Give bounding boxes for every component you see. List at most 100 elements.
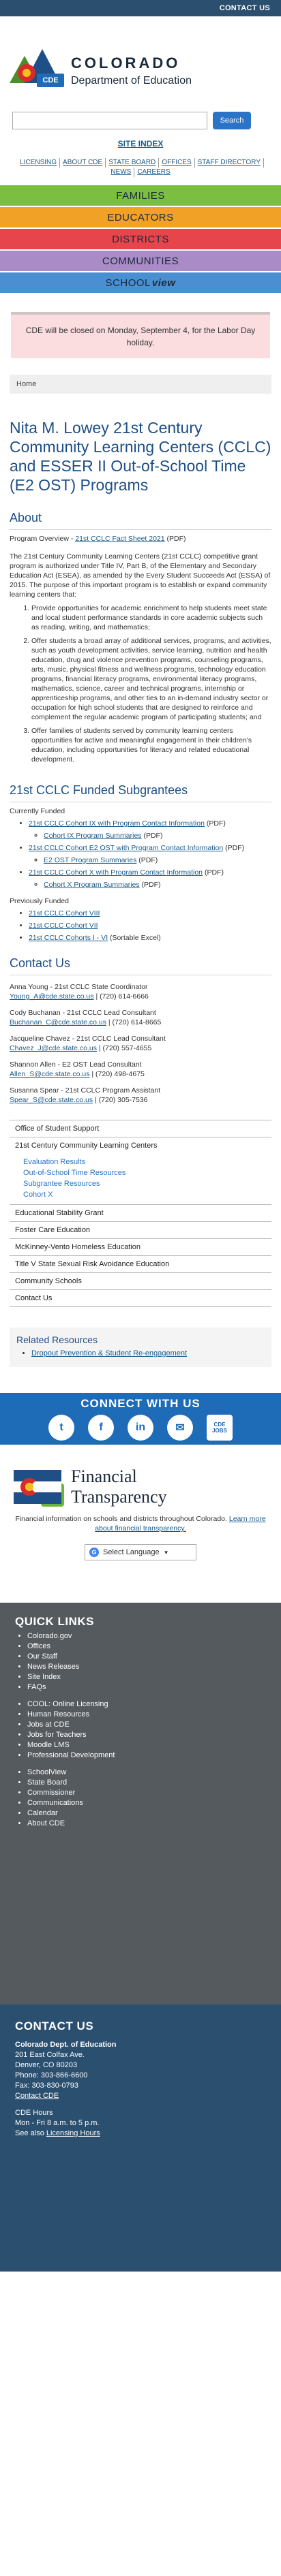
- quick-link[interactable]: State Board: [27, 1778, 266, 1788]
- contact-phone: | (720) 557-4655: [96, 1044, 152, 1052]
- list-item: 21st CCLC Cohort E2 OST with Program Con…: [29, 843, 271, 865]
- linkedin-icon[interactable]: in: [128, 1415, 153, 1441]
- search-button[interactable]: Search: [213, 112, 251, 129]
- about-list-item: Offer families of students served by com…: [31, 726, 271, 764]
- cohort-x-link[interactable]: 21st CCLC Cohort X with Program Contact …: [29, 868, 203, 877]
- cohort-e2-ost-link[interactable]: 21st CCLC Cohort E2 OST with Program Con…: [29, 844, 223, 852]
- quick-link[interactable]: SchoolView: [27, 1768, 266, 1778]
- cde-jobs-icon[interactable]: CDE JOBS: [207, 1415, 233, 1441]
- sidenav-cohort-x[interactable]: Cohort X: [10, 1189, 271, 1200]
- cohort-ix-link[interactable]: 21st CCLC Cohort IX with Program Contact…: [29, 819, 205, 828]
- cohort-viii-link[interactable]: 21st CCLC Cohort VIII: [29, 909, 100, 917]
- contact-title: Susanna Spear - 21st CCLC Program Assist…: [10, 1086, 161, 1095]
- nav-schoolview[interactable]: SCHOOL view: [0, 272, 281, 293]
- quick-link[interactable]: Moodle LMS: [27, 1740, 266, 1750]
- utility-link-news[interactable]: NEWS: [108, 168, 135, 177]
- contact-email-link[interactable]: Chavez_J@cde.state.co.us: [10, 1044, 97, 1052]
- see-also-text: See also: [15, 2129, 46, 2137]
- utility-link-offices[interactable]: OFFICES: [159, 158, 195, 168]
- utility-link-staff-directory[interactable]: STAFF DIRECTORY: [195, 158, 264, 168]
- quick-link[interactable]: Professional Development: [27, 1750, 266, 1761]
- quick-link[interactable]: News Releases: [27, 1662, 266, 1672]
- sidenav-ost-resources[interactable]: Out-of-School Time Resources: [10, 1167, 271, 1178]
- list-item: Cohort IX Program Summaries (PDF): [44, 831, 271, 841]
- contact-email-link[interactable]: Buchanan_C@cde.state.co.us: [10, 1018, 106, 1026]
- sidenav-educational-stability-grant[interactable]: Educational Stability Grant: [10, 1205, 271, 1222]
- contact-title: Anna Young - 21st CCLC State Coordinator: [10, 983, 148, 991]
- contact-phone: | (720) 614-8665: [106, 1018, 162, 1026]
- quick-link[interactable]: Jobs at CDE: [27, 1720, 266, 1730]
- utility-link-state-board[interactable]: STATE BOARD: [106, 158, 160, 168]
- brand-wordmark[interactable]: COLORADO Department of Education: [71, 54, 192, 87]
- utility-link-about-cde[interactable]: ABOUT CDE: [60, 158, 106, 168]
- utility-link-careers[interactable]: CAREERS: [134, 168, 173, 177]
- sidenav-community-schools[interactable]: Community Schools: [10, 1273, 271, 1290]
- cde-logo[interactable]: CDE: [10, 49, 64, 93]
- quick-link[interactable]: Site Index: [27, 1672, 266, 1682]
- dropout-prevention-link[interactable]: Dropout Prevention & Student Re-engageme…: [31, 1349, 187, 1357]
- footer-contact-cde-link[interactable]: Contact CDE: [15, 2091, 266, 2101]
- financial-transparency-logo[interactable]: Financial Transparency: [0, 1445, 281, 1507]
- sidenav-contact-us[interactable]: Contact Us: [10, 1290, 271, 1307]
- sidenav-21st-cclc[interactable]: 21st Century Community Learning Centers: [10, 1137, 271, 1154]
- nav-communities[interactable]: COMMUNITIES: [0, 251, 281, 271]
- nav-districts[interactable]: DISTRICTS: [0, 229, 281, 249]
- quick-link[interactable]: About CDE: [27, 1819, 266, 1829]
- sidenav-office-of-student-support[interactable]: Office of Student Support: [10, 1120, 271, 1137]
- sidenav-mckinney-vento[interactable]: McKinney-Vento Homeless Education: [10, 1239, 271, 1256]
- quick-link[interactable]: Commissioner: [27, 1788, 266, 1798]
- top-bar: CONTACT US: [0, 0, 281, 16]
- about-list-item: Offer students a broad array of addition…: [31, 636, 271, 722]
- utility-link-licensing[interactable]: LICENSING: [17, 158, 61, 168]
- transparency-description: Financial information on schools and dis…: [14, 1514, 267, 1533]
- licensing-hours-link[interactable]: Licensing Hours: [46, 2129, 100, 2137]
- contact-person: Anna Young - 21st CCLC State Coordinator…: [10, 982, 271, 1001]
- cohort-ix-summaries-link[interactable]: Cohort IX Program Summaries: [44, 832, 142, 840]
- language-label: Select Language: [103, 1548, 160, 1556]
- quick-link[interactable]: Offices: [27, 1642, 266, 1652]
- search-input[interactable]: [12, 112, 207, 129]
- overview-suffix: (PDF): [164, 535, 186, 543]
- footer-fax: Fax: 303-830-0793: [15, 2082, 78, 2090]
- quick-link[interactable]: Human Resources: [27, 1710, 266, 1720]
- cohort-vii-link[interactable]: 21st CCLC Cohort VII: [29, 922, 98, 930]
- twitter-icon[interactable]: t: [48, 1415, 74, 1441]
- nav-educators[interactable]: EDUCATORS: [0, 207, 281, 227]
- sidenav-evaluation-results[interactable]: Evaluation Results: [10, 1157, 271, 1167]
- nav-families[interactable]: FAMILIES: [0, 185, 281, 206]
- brand-line-2: Department of Education: [71, 75, 192, 87]
- google-icon: G: [89, 1548, 99, 1557]
- about-section: Program Overview - 21st CCLC Fact Sheet …: [10, 534, 271, 764]
- language-selector[interactable]: G Select Language ▼: [85, 1544, 196, 1560]
- quick-link[interactable]: Calendar: [27, 1808, 266, 1819]
- sidenav-foster-care-education[interactable]: Foster Care Education: [10, 1222, 271, 1239]
- quick-link[interactable]: Communications: [27, 1798, 266, 1808]
- quick-link[interactable]: FAQs: [27, 1682, 266, 1693]
- cohorts-i-vi-link[interactable]: 21st CCLC Cohorts I - VI: [29, 934, 108, 942]
- quick-link[interactable]: Jobs for Teachers: [27, 1730, 266, 1740]
- fact-sheet-link[interactable]: 21st CCLC Fact Sheet 2021: [75, 535, 164, 543]
- pdf-note: (PDF): [136, 856, 158, 864]
- excel-note: (Sortable Excel): [108, 934, 161, 942]
- cohort-x-summaries-link[interactable]: Cohort X Program Summaries: [44, 881, 140, 889]
- breadcrumb-home[interactable]: Home: [16, 380, 36, 388]
- top-contact-us-link[interactable]: CONTACT US: [220, 4, 270, 12]
- e2-ost-summaries-link[interactable]: E2 OST Program Summaries: [44, 856, 136, 864]
- transparency-wordmark: Financial Transparency: [71, 1466, 167, 1507]
- about-heading: About: [10, 511, 271, 530]
- contact-person: Susanna Spear - 21st CCLC Program Assist…: [10, 1086, 271, 1105]
- nav-districts-label: DISTRICTS: [112, 233, 169, 245]
- contact-email-link[interactable]: Young_A@cde.state.co.us: [10, 992, 94, 1001]
- quick-link[interactable]: COOL: Online Licensing: [27, 1699, 266, 1710]
- facebook-icon[interactable]: f: [88, 1415, 114, 1441]
- email-icon[interactable]: ✉: [167, 1415, 193, 1441]
- quick-links-group-3: SchoolView State Board Commissioner Comm…: [15, 1768, 266, 1829]
- quick-link[interactable]: Colorado.gov: [27, 1631, 266, 1642]
- contact-email-link[interactable]: Spear_S@cde.state.co.us: [10, 1096, 93, 1104]
- quick-links: QUICK LINKS Colorado.gov Offices Our Sta…: [0, 1603, 281, 2005]
- contact-email-link[interactable]: Allen_S@cde.state.co.us: [10, 1070, 89, 1078]
- quick-link[interactable]: Our Staff: [27, 1652, 266, 1662]
- sidenav-title-v-srae[interactable]: Title V State Sexual Risk Avoidance Educ…: [10, 1256, 271, 1273]
- site-index-link[interactable]: SITE INDEX: [0, 139, 281, 148]
- sidenav-subgrantee-resources[interactable]: Subgrantee Resources: [10, 1178, 271, 1189]
